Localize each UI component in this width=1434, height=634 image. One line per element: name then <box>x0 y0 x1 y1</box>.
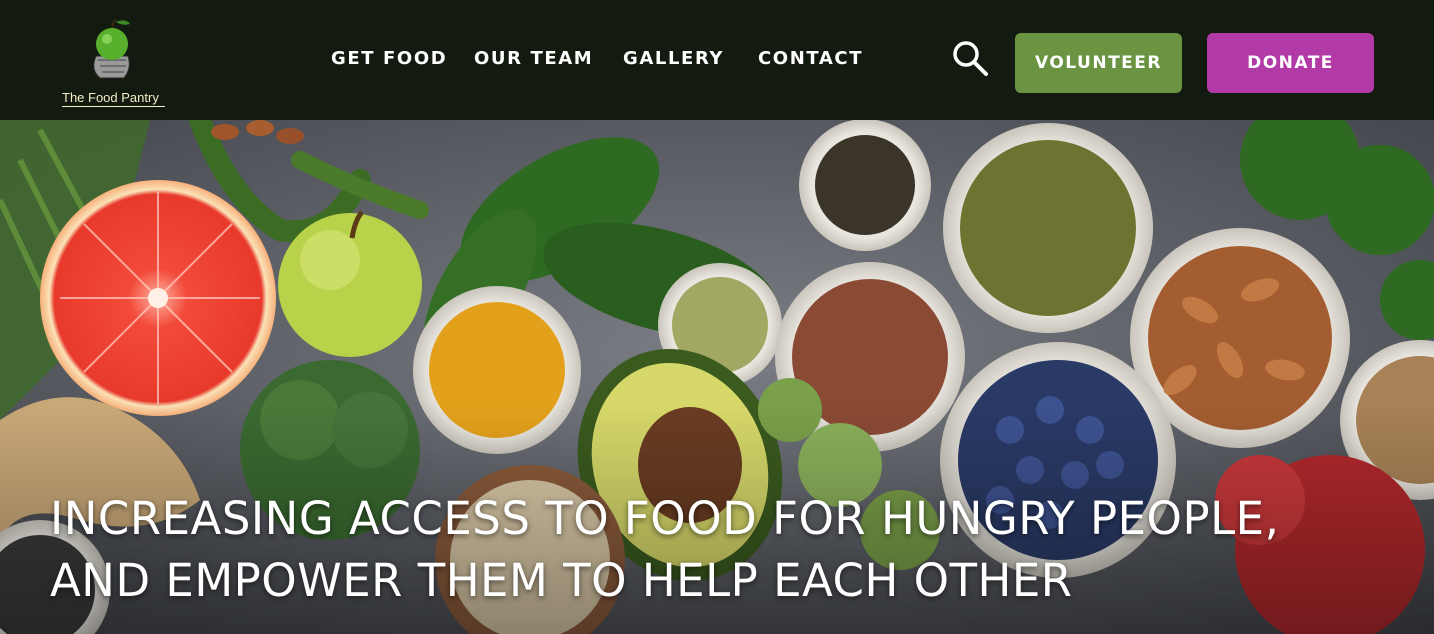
logo[interactable]: The Food Pantry <box>60 14 166 108</box>
search-button[interactable] <box>950 38 990 78</box>
nav-gallery[interactable]: GALLERY <box>623 48 724 69</box>
nav-contact[interactable]: CONTACT <box>758 48 863 69</box>
volunteer-button[interactable]: VOLUNTEER <box>1015 33 1182 93</box>
site-header: The Food Pantry GET FOOD OUR TEAM GALLER… <box>0 0 1434 120</box>
apple-hand-logo-icon <box>93 18 130 79</box>
hero-headline-line-2: AND EMPOWER THEM TO HELP EACH OTHER <box>50 554 1073 607</box>
logo-text[interactable]: The Food Pantry <box>62 90 165 107</box>
search-icon <box>953 41 988 76</box>
donate-button[interactable]: DONATE <box>1207 33 1374 93</box>
hero-headline-line-1: INCREASING ACCESS TO FOOD FOR HUNGRY PEO… <box>50 492 1280 545</box>
nav-get-food[interactable]: GET FOOD <box>331 48 447 69</box>
nav-our-team[interactable]: OUR TEAM <box>474 48 593 69</box>
hero-headline: INCREASING ACCESS TO FOOD FOR HUNGRY PEO… <box>50 488 1410 612</box>
